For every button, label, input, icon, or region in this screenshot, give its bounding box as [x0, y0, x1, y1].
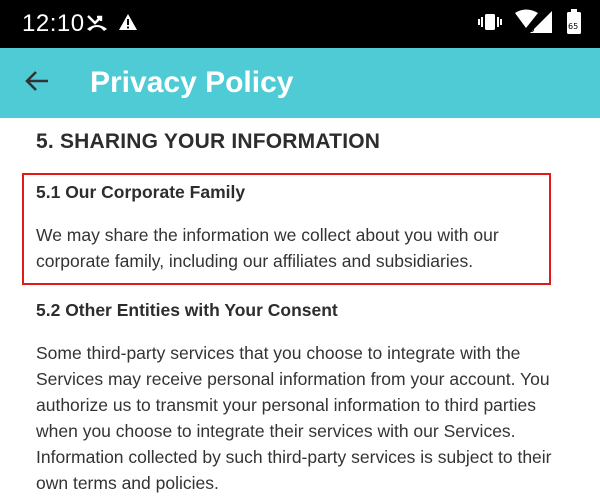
subsection-text-other-entities: Some third-party services that you choos…: [36, 343, 552, 493]
svg-text:65: 65: [568, 22, 578, 31]
signal-icon: 5: [514, 9, 554, 40]
policy-content[interactable]: 5. SHARING YOUR INFORMATION 5.1 Our Corp…: [0, 118, 600, 504]
status-left-icons: [86, 12, 138, 36]
svg-text:5: 5: [529, 25, 535, 35]
status-right-icons: 5 65: [478, 8, 582, 40]
page-title: Privacy Policy: [90, 66, 294, 99]
arrow-left-icon: [24, 69, 50, 98]
app-bar: Privacy Policy: [0, 48, 600, 118]
vibrate-icon: [478, 12, 502, 37]
missed-call-icon: [86, 12, 108, 37]
back-button[interactable]: [20, 66, 54, 100]
section-heading: 5. SHARING YOUR INFORMATION: [36, 130, 381, 153]
status-bar: 12:10 5 65: [0, 0, 600, 48]
subsection-text-corporate-family: We may share the information we collect …: [36, 225, 499, 271]
subsection-heading-corporate-family: 5.1 Our Corporate Family: [36, 182, 246, 202]
warning-icon: [118, 13, 138, 36]
subsection-heading-other-entities: 5.2 Other Entities with Your Consent: [36, 300, 338, 320]
status-time: 12:10: [22, 10, 85, 37]
battery-icon: 65: [566, 8, 582, 40]
